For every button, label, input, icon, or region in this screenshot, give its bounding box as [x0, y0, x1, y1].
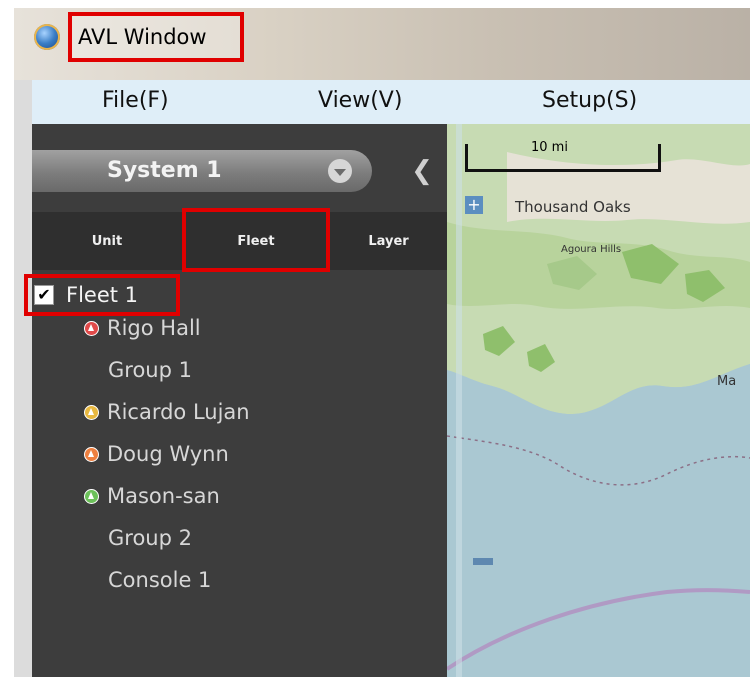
- window-title: AVL Window: [78, 25, 207, 49]
- fleet-checkbox[interactable]: ✔: [34, 285, 54, 305]
- tree-item-label: Doug Wynn: [107, 442, 229, 466]
- zoom-in-button[interactable]: +: [465, 196, 483, 214]
- map-label-thousand-oaks: Thousand Oaks: [515, 198, 631, 216]
- left-panel: System 1 ❮ Unit Fleet Layer ✔ Fleet 1 Ri…: [24, 124, 447, 677]
- tree-item-ricardo-lujan[interactable]: Ricardo Lujan: [84, 400, 250, 424]
- tree-item-console-1[interactable]: Console 1: [108, 568, 211, 592]
- system-dropdown-value: System 1: [107, 158, 222, 183]
- tab-fleet-highlight: [182, 208, 330, 272]
- app-logo-icon: [34, 24, 60, 50]
- unit-icon: [84, 488, 99, 504]
- window-title-highlight: AVL Window: [68, 12, 244, 62]
- title-bar: AVL Window: [14, 8, 750, 80]
- unit-icon: [84, 404, 99, 420]
- zoom-out-button[interactable]: [473, 558, 493, 565]
- checkmark-icon: ✔: [37, 285, 51, 304]
- chevron-down-icon[interactable]: [328, 159, 352, 183]
- tree-item-label: Ricardo Lujan: [107, 400, 250, 424]
- avl-window: AVL Window File(F) View(V) Setup(S) Syst…: [14, 8, 750, 677]
- tab-layer[interactable]: Layer: [330, 212, 447, 270]
- map-view[interactable]: Thousand Oaks Agoura Hills Ma 10 mi +: [447, 124, 750, 677]
- system-dropdown[interactable]: System 1: [32, 150, 372, 192]
- tree-item-rigo-hall[interactable]: Rigo Hall: [84, 316, 201, 340]
- plus-icon: +: [467, 195, 481, 214]
- map-scale-label: 10 mi: [531, 140, 568, 155]
- menu-file[interactable]: File(F): [102, 88, 169, 113]
- chevron-left-icon: ❮: [411, 156, 433, 186]
- menu-bar: File(F) View(V) Setup(S): [32, 80, 750, 125]
- unit-icon: [84, 446, 99, 462]
- tab-layer-label: Layer: [368, 233, 409, 249]
- collapse-panel-button[interactable]: ❮: [407, 154, 437, 188]
- menu-setup[interactable]: Setup(S): [542, 88, 637, 113]
- fleet-row[interactable]: ✔ Fleet 1: [24, 274, 180, 316]
- panel-tabs: Unit Fleet Layer: [32, 208, 447, 272]
- tree-item-group-2[interactable]: Group 2: [108, 526, 192, 550]
- tree-item-group-1[interactable]: Group 1: [108, 358, 192, 382]
- tree-item-label: Group 2: [108, 526, 192, 550]
- tree-item-label: Rigo Hall: [107, 316, 201, 340]
- tree-item-label: Group 1: [108, 358, 192, 382]
- menu-view[interactable]: View(V): [318, 88, 402, 113]
- tree-item-doug-wynn[interactable]: Doug Wynn: [84, 442, 229, 466]
- tree-item-label: Console 1: [108, 568, 212, 592]
- tab-unit-label: Unit: [91, 233, 123, 249]
- fleet-label: Fleet 1: [66, 283, 139, 307]
- map-label-agoura-hills: Agoura Hills: [561, 244, 622, 255]
- tree-item-mason-san[interactable]: Mason-san: [84, 484, 220, 508]
- tree-item-label: Mason-san: [107, 484, 220, 508]
- map-label-malibu: Ma: [717, 374, 737, 389]
- unit-icon: [84, 320, 99, 336]
- tab-unit[interactable]: Unit: [32, 212, 182, 270]
